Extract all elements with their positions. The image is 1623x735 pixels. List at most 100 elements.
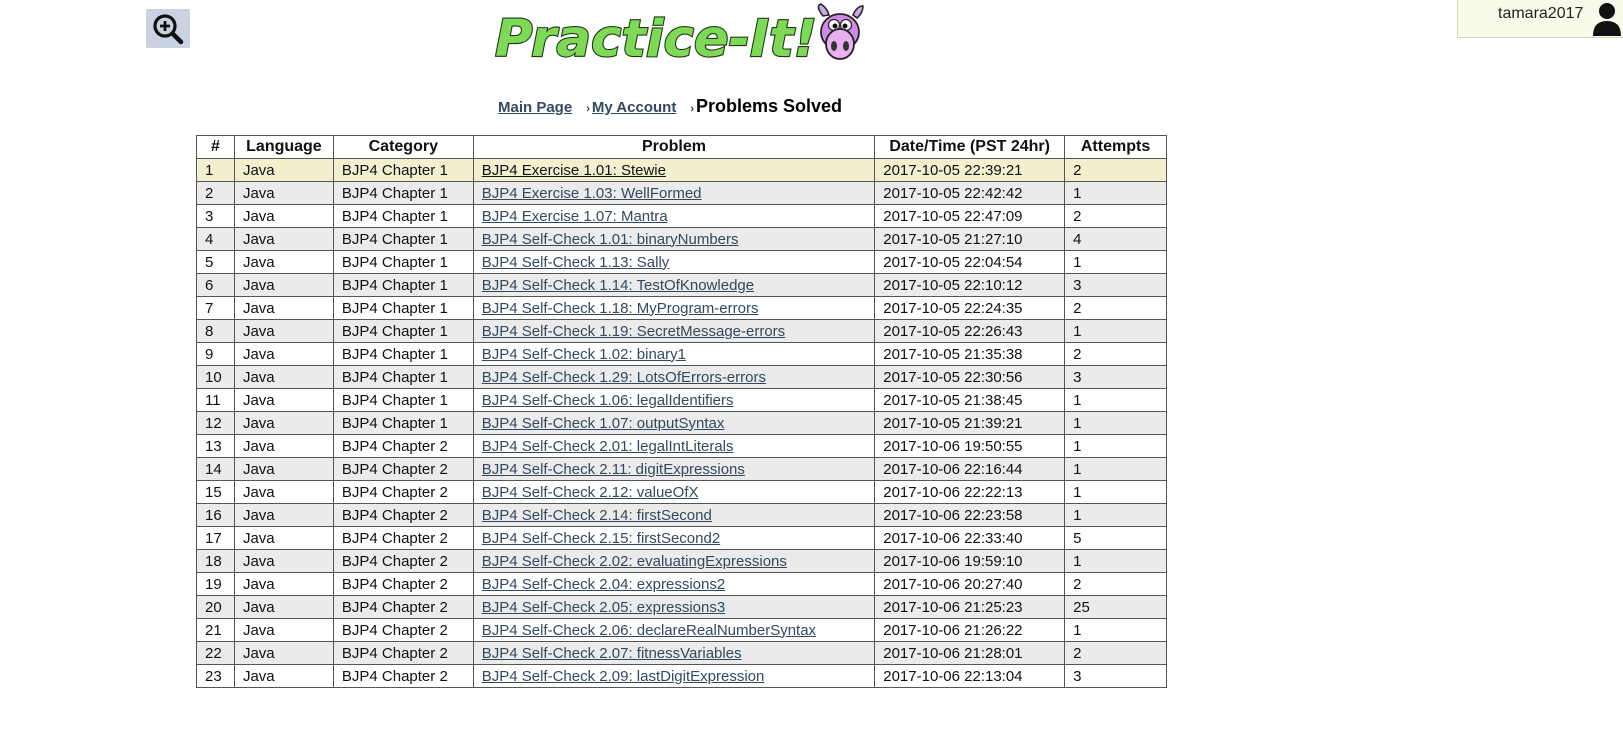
row-number: 13: [196, 434, 235, 458]
datetime-cell: 2017-10-05 21:38:45: [874, 388, 1066, 412]
category-cell: BJP4 Chapter 1: [332, 204, 474, 228]
attempts-cell: 4: [1064, 227, 1167, 251]
column-header-attempts: Attempts: [1064, 135, 1167, 159]
problem-cell: BJP4 Self-Check 1.06: legalIdentifiers: [472, 388, 876, 412]
problem-link[interactable]: BJP4 Self-Check 2.02: evaluatingExpressi…: [482, 553, 787, 570]
attempts-cell: 1: [1064, 549, 1167, 573]
datetime-cell: 2017-10-06 22:22:13: [874, 480, 1066, 504]
row-number: 17: [196, 526, 235, 550]
user-menu[interactable]: tamara2017: [1457, 0, 1623, 38]
problem-link[interactable]: BJP4 Self-Check 1.14: TestOfKnowledge: [482, 277, 754, 294]
breadcrumb-separator: ›: [690, 103, 694, 115]
category-cell: BJP4 Chapter 1: [332, 273, 474, 297]
breadcrumb: Main Page › My Account › Problems Solved: [498, 96, 842, 117]
category-cell: BJP4 Chapter 1: [332, 388, 474, 412]
datetime-cell: 2017-10-06 22:23:58: [874, 503, 1066, 527]
zoom-button[interactable]: [146, 9, 190, 48]
problem-link[interactable]: BJP4 Exercise 1.07: Mantra: [482, 208, 668, 225]
datetime-cell: 2017-10-06 22:13:04: [874, 664, 1066, 688]
problem-link[interactable]: BJP4 Self-Check 1.07: outputSyntax: [482, 415, 725, 432]
problem-cell: BJP4 Self-Check 1.01: binaryNumbers: [472, 227, 876, 251]
table-row: 1 Java BJP4 Chapter 1 BJP4 Exercise 1.01: S…: [196, 158, 1167, 182]
practice-it-logo[interactable]: Practice-It!: [493, 2, 877, 70]
problem-link[interactable]: BJP4 Self-Check 2.14: firstSecond: [482, 507, 712, 524]
attempts-cell: 2: [1064, 204, 1167, 228]
problem-cell: BJP4 Self-Check 2.12: valueOfX: [472, 480, 876, 504]
language-cell: Java: [233, 526, 334, 550]
language-cell: Java: [233, 342, 334, 366]
problem-link[interactable]: BJP4 Self-Check 2.11: digitExpressions: [482, 461, 745, 478]
datetime-cell: 2017-10-05 22:10:12: [874, 273, 1066, 297]
category-cell: BJP4 Chapter 1: [332, 227, 474, 251]
user-icon[interactable]: [1592, 2, 1622, 36]
problem-link[interactable]: BJP4 Self-Check 2.15: firstSecond2: [482, 530, 720, 547]
category-cell: BJP4 Chapter 1: [332, 250, 474, 274]
breadcrumb-main-page-link[interactable]: Main Page: [498, 99, 572, 116]
row-number: 19: [196, 572, 235, 596]
row-number: 23: [196, 664, 235, 688]
problem-link[interactable]: BJP4 Self-Check 1.06: legalIdentifiers: [482, 392, 734, 409]
problem-link[interactable]: BJP4 Self-Check 1.02: binary1: [482, 346, 686, 363]
problem-link[interactable]: BJP4 Self-Check 2.06: declareRealNumberS…: [482, 622, 816, 639]
column-header-number: #: [196, 135, 235, 159]
attempts-cell: 1: [1064, 480, 1167, 504]
problem-link[interactable]: BJP4 Self-Check 1.01: binaryNumbers: [482, 231, 739, 248]
language-cell: Java: [233, 503, 334, 527]
table-row: 10 Java BJP4 Chapter 1 BJP4 Self-Check 1.29…: [196, 365, 1167, 389]
problem-link[interactable]: BJP4 Self-Check 2.01: legalIntLiterals: [482, 438, 734, 455]
category-cell: BJP4 Chapter 2: [332, 457, 474, 481]
problem-link[interactable]: BJP4 Self-Check 1.19: SecretMessage-erro…: [482, 323, 785, 340]
datetime-cell: 2017-10-06 22:16:44: [874, 457, 1066, 481]
language-cell: Java: [233, 411, 334, 435]
page-title: Problems Solved: [695, 96, 843, 116]
problem-cell: BJP4 Self-Check 2.11: digitExpressions: [472, 457, 876, 481]
problem-link[interactable]: BJP4 Exercise 1.03: WellFormed: [482, 185, 702, 202]
problem-link[interactable]: BJP4 Self-Check 1.29: LotsOfErrors-error…: [482, 369, 766, 386]
problem-cell: BJP4 Self-Check 2.01: legalIntLiterals: [472, 434, 876, 458]
category-cell: BJP4 Chapter 2: [332, 572, 474, 596]
table-row: 3 Java BJP4 Chapter 1 BJP4 Exercise 1.07: M…: [196, 204, 1167, 228]
attempts-cell: 1: [1064, 319, 1167, 343]
zoom-in-icon: [153, 13, 184, 44]
language-cell: Java: [233, 227, 334, 251]
problem-link[interactable]: BJP4 Exercise 1.01: Stewie: [482, 162, 666, 179]
datetime-cell: 2017-10-05 21:35:38: [874, 342, 1066, 366]
table-row: 16 Java BJP4 Chapter 2 BJP4 Self-Check 2.14…: [196, 503, 1167, 527]
problem-cell: BJP4 Self-Check 1.07: outputSyntax: [472, 411, 876, 435]
problem-link[interactable]: BJP4 Self-Check 2.07: fitnessVariables: [482, 645, 742, 662]
language-cell: Java: [233, 549, 334, 573]
language-cell: Java: [233, 273, 334, 297]
problem-cell: BJP4 Self-Check 2.14: firstSecond: [472, 503, 876, 527]
table-row: 14 Java BJP4 Chapter 2 BJP4 Self-Check 2.11…: [196, 457, 1167, 481]
row-number: 10: [196, 365, 235, 389]
problem-link[interactable]: BJP4 Self-Check 2.09: lastDigitExpressio…: [482, 668, 765, 685]
row-number: 16: [196, 503, 235, 527]
breadcrumb-separator: ›: [586, 103, 590, 115]
language-cell: Java: [233, 158, 334, 182]
username[interactable]: tamara2017: [1498, 5, 1583, 23]
row-number: 7: [196, 296, 235, 320]
problem-link[interactable]: BJP4 Self-Check 1.13: Sally: [482, 254, 670, 271]
table-row: 17 Java BJP4 Chapter 2 BJP4 Self-Check 2.15…: [196, 526, 1167, 550]
attempts-cell: 5: [1064, 526, 1167, 550]
language-cell: Java: [233, 319, 334, 343]
problem-cell: BJP4 Self-Check 1.18: MyProgram-errors: [472, 296, 876, 320]
problem-cell: BJP4 Self-Check 1.29: LotsOfErrors-error…: [472, 365, 876, 389]
problem-cell: BJP4 Self-Check 1.19: SecretMessage-erro…: [472, 319, 876, 343]
category-cell: BJP4 Chapter 1: [332, 181, 474, 205]
table-row: 2 Java BJP4 Chapter 1 BJP4 Exercise 1.03: W…: [196, 181, 1167, 205]
problem-cell: BJP4 Self-Check 2.04: expressions2: [472, 572, 876, 596]
row-number: 21: [196, 618, 235, 642]
row-number: 3: [196, 204, 235, 228]
row-number: 18: [196, 549, 235, 573]
problem-link[interactable]: BJP4 Self-Check 2.04: expressions2: [482, 576, 725, 593]
problem-link[interactable]: BJP4 Self-Check 1.18: MyProgram-errors: [482, 300, 759, 317]
datetime-cell: 2017-10-05 22:04:54: [874, 250, 1066, 274]
problem-cell: BJP4 Self-Check 1.13: Sally: [472, 250, 876, 274]
category-cell: BJP4 Chapter 2: [332, 480, 474, 504]
problem-link[interactable]: BJP4 Self-Check 2.05: expressions3: [482, 599, 725, 616]
language-cell: Java: [233, 641, 334, 665]
breadcrumb-my-account-link[interactable]: My Account: [592, 99, 676, 116]
row-number: 6: [196, 273, 235, 297]
problem-link[interactable]: BJP4 Self-Check 2.12: valueOfX: [482, 484, 699, 501]
